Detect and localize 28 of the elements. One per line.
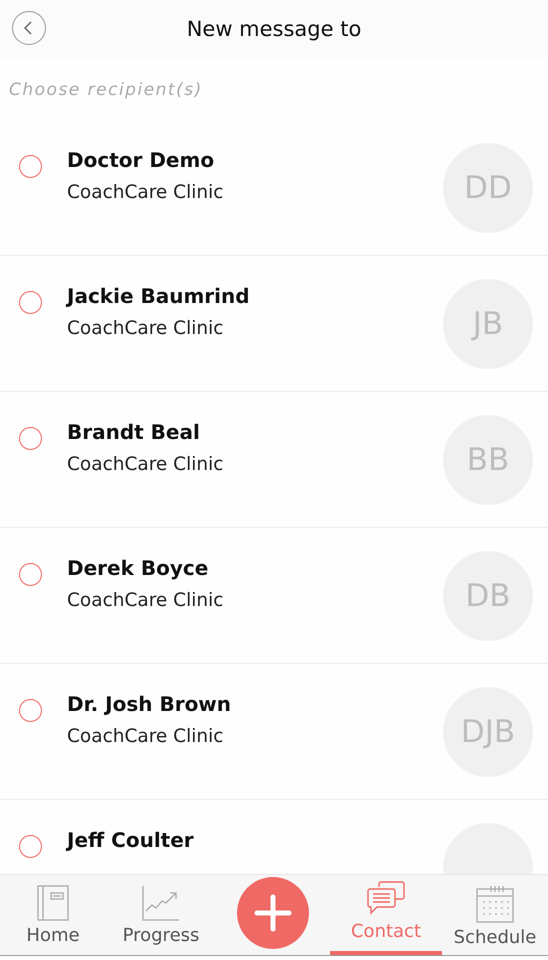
radio-button[interactable] <box>19 155 42 178</box>
radio-button[interactable] <box>19 699 42 722</box>
recipient-name: Derek Boyce <box>67 555 210 582</box>
radio-button[interactable] <box>19 835 42 858</box>
recipient-name: Doctor Demo <box>67 147 216 174</box>
recipient-organization: CoachCare Clinic <box>67 453 224 477</box>
recipient-organization: CoachCare Clinic <box>67 589 224 613</box>
radio-button[interactable] <box>19 291 42 314</box>
line-chart-icon <box>142 885 180 921</box>
recipient-name: Jackie Baumrind <box>67 283 251 310</box>
notebook-icon <box>37 885 69 921</box>
tab-button[interactable]: Home <box>0 875 106 955</box>
chat-bubbles-icon <box>367 881 405 917</box>
recipient-name: Brandt Beal <box>67 419 201 446</box>
radio-button[interactable] <box>19 563 42 586</box>
recipient-name: Dr. Josh Brown <box>67 691 232 718</box>
recipient-prompt: Choose recipient(s) <box>8 79 204 98</box>
recipient-organization: CoachCare Clinic <box>67 181 224 205</box>
calendar-icon <box>476 885 514 923</box>
back-button[interactable] <box>12 11 46 45</box>
radio-button[interactable] <box>19 427 42 450</box>
recipient-name: Jeff Coulter <box>67 827 195 854</box>
tab-button[interactable]: Progress <box>106 875 216 955</box>
screen-title: New message to <box>186 17 362 41</box>
recipient-organization: CoachCare Clinic <box>67 725 224 749</box>
recipient-organization: CoachCare Clinic <box>67 317 224 341</box>
tab-button[interactable]: Schedule <box>442 875 548 955</box>
plus-icon <box>253 893 293 933</box>
